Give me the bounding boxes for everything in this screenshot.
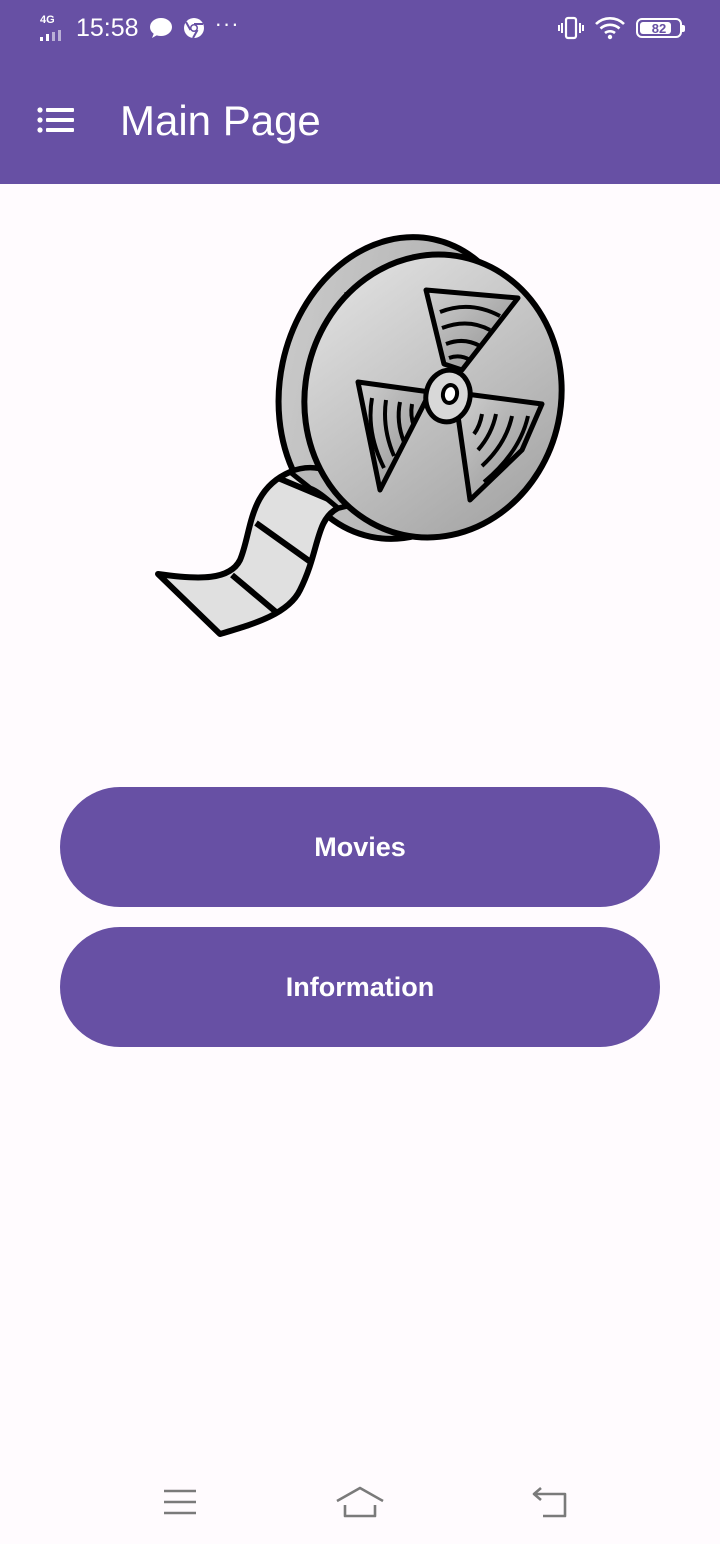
list-menu-icon[interactable]	[30, 98, 82, 142]
more-icon: ···	[214, 11, 240, 36]
vibrate-icon	[558, 16, 584, 40]
back-icon[interactable]	[519, 1480, 579, 1524]
status-left: 4G 15:58 ···	[38, 10, 240, 46]
app-bar: Main Page	[0, 58, 720, 184]
movies-button[interactable]: Movies	[60, 787, 660, 907]
status-right: 82	[548, 12, 685, 44]
page-title: Main Page	[120, 97, 321, 144]
battery-tip	[682, 25, 685, 32]
wifi-icon	[595, 17, 625, 40]
network-type: 4G	[40, 14, 55, 26]
menu-icon[interactable]	[150, 1480, 210, 1524]
status-bar: 4G 15:58 ··· 82	[0, 0, 720, 58]
chrome-icon	[183, 18, 204, 39]
status-time: 15:58	[76, 13, 139, 42]
battery-icon: 82	[636, 18, 685, 38]
information-button[interactable]: Information	[60, 927, 660, 1047]
system-nav-bar	[0, 1460, 720, 1544]
home-icon[interactable]	[330, 1480, 390, 1524]
network-indicator: 4G	[38, 13, 70, 43]
battery-level: 82	[651, 20, 667, 36]
film-reel-icon	[140, 220, 580, 650]
signal-icon	[40, 30, 61, 41]
chat-bubble-icon	[149, 18, 172, 38]
